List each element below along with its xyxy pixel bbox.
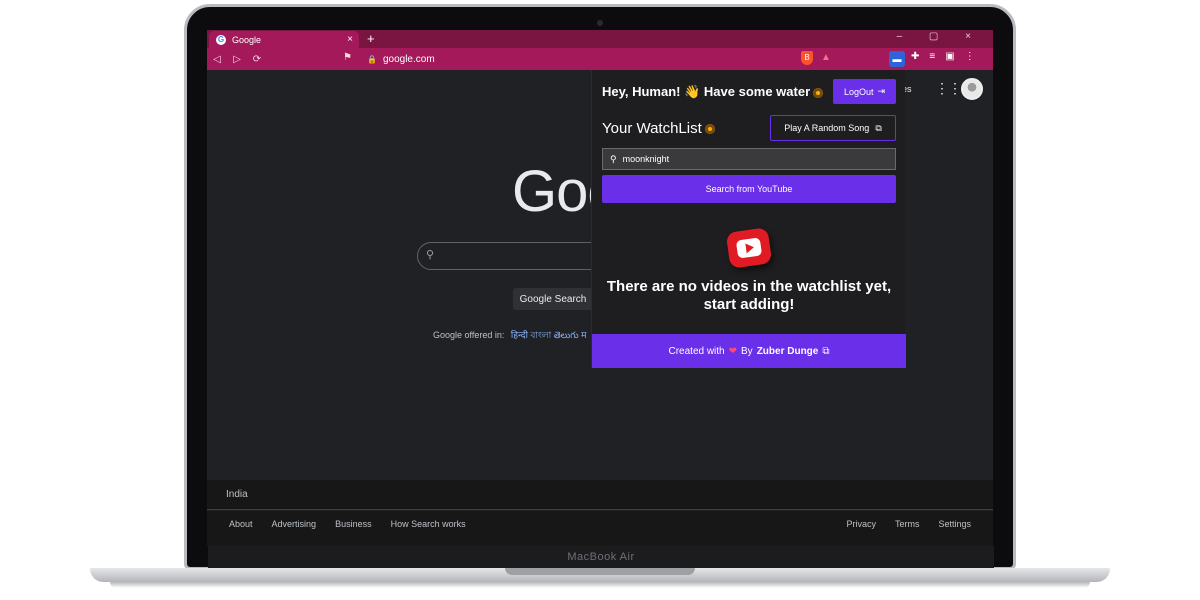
empty-message-line-1: There are no videos in the watchlist yet… [606, 278, 892, 295]
footer-link-settings[interactable]: Settings [938, 519, 971, 529]
laptop-notch [505, 568, 695, 575]
empty-watchlist-message: There are no videos in the watchlist yet… [592, 278, 906, 314]
youtube-logo-icon [725, 227, 773, 269]
forward-button[interactable]: ▷ [227, 54, 247, 65]
laptop-shadow [110, 582, 1090, 588]
external-link-icon: ⧉ [822, 345, 830, 357]
greeting-text: Hey, Human! 👋 Have some water [602, 84, 811, 99]
new-tab-button[interactable]: + [367, 31, 375, 46]
back-button[interactable]: ◁ [207, 54, 227, 65]
sunflower-icon [704, 124, 715, 135]
wallet-icon[interactable]: ▣ [945, 51, 954, 62]
youtube-search-input[interactable] [622, 154, 883, 164]
logout-button[interactable]: LogOut ⇥ [833, 79, 896, 104]
language-links[interactable]: हिन्दी বাংলা తెలుగు म [511, 330, 587, 340]
footer-link-privacy[interactable]: Privacy [846, 519, 876, 529]
watchlist-title-text: Your WatchList [602, 120, 702, 137]
tab-close-icon[interactable]: × [347, 34, 353, 45]
browser-toolbar: ◁ ▷ ⟳ ⚑ 🔒 google.com B ▲ ▬ ✚ ≡ ▣ ⋮ [207, 48, 993, 70]
menu-icon[interactable]: ⋮ [965, 51, 975, 62]
youtube-search-field[interactable]: ⚲ [602, 148, 896, 170]
google-search-button[interactable]: Google Search [513, 288, 593, 310]
footer-link-business[interactable]: Business [335, 519, 372, 529]
heart-icon: ❤ [728, 345, 738, 357]
reload-button[interactable]: ⟳ [247, 54, 267, 65]
language-offer: Google offered in: हिन्दी বাংলা తెలుగు म [433, 328, 586, 343]
search-youtube-button[interactable]: Search from YouTube [602, 175, 896, 203]
watchlist-popup: Hey, Human! 👋 Have some water LogOut ⇥ Y… [591, 70, 906, 368]
footer-link-about[interactable]: About [229, 519, 253, 529]
brave-rewards-icon[interactable]: ▲ [821, 52, 831, 63]
footer-country: India [207, 480, 993, 510]
logout-icon: ⇥ [877, 86, 886, 96]
bookmark-icon[interactable]: ⚑ [343, 52, 352, 63]
brave-shield-icon[interactable]: B [801, 51, 813, 65]
laptop-chin: MacBook Air [208, 546, 994, 568]
extensions-puzzle-icon[interactable]: ✚ [911, 51, 919, 62]
empty-message-line-2: start adding! [703, 296, 795, 313]
play-random-song-button[interactable]: Play A Random Song ⧉ [770, 115, 896, 141]
credit-author[interactable]: Zuber Dunge [757, 346, 819, 357]
credit-by: By [741, 345, 753, 357]
offered-label: Google offered in: [433, 330, 505, 340]
window-controls[interactable]: – ▢ × [897, 31, 983, 42]
footer-links: About Advertising Business How Search wo… [207, 511, 993, 546]
url-text: google.com [382, 53, 435, 65]
country-label: India [226, 489, 248, 500]
footer-link-terms[interactable]: Terms [895, 519, 920, 529]
google-favicon-icon: G [216, 34, 226, 45]
credit-banner[interactable]: Created with ❤ By Zuber Dunge ⧉ [592, 334, 906, 368]
credit-prefix: Created with [668, 345, 725, 357]
search-icon: ⚲ [610, 153, 617, 164]
play-random-song-label: Play A Random Song [784, 123, 870, 133]
greeting: Hey, Human! 👋 Have some water [602, 84, 824, 100]
screen: G Google × + – ▢ × ◁ ▷ ⟳ ⚑ 🔒 google.com … [207, 30, 993, 546]
toolbar-icons: ✚ ≡ ▣ ⋮ [911, 51, 975, 62]
device-label: MacBook Air [567, 551, 635, 563]
watchlist-title: Your WatchList [602, 120, 715, 137]
watchlist-extension-icon[interactable]: ▬ [889, 51, 905, 67]
tab-bar: G Google × + – ▢ × [207, 30, 993, 48]
stage: G Google × + – ▢ × ◁ ▷ ⟳ ⚑ 🔒 google.com … [0, 0, 1200, 600]
reading-list-icon[interactable]: ≡ [929, 51, 935, 62]
search-icon: ⚲ [426, 249, 435, 261]
footer-link-advertising[interactable]: Advertising [272, 519, 317, 529]
sunflower-icon [813, 87, 824, 98]
lock-icon: 🔒 [367, 54, 377, 64]
tab-title: Google [232, 34, 262, 45]
footer-link-how-search-works[interactable]: How Search works [391, 519, 466, 529]
address-bar[interactable]: 🔒 google.com [367, 51, 841, 67]
tab-google[interactable]: G Google × [209, 31, 359, 48]
camera-icon [597, 20, 603, 26]
avatar[interactable] [961, 78, 983, 100]
logout-label: LogOut [843, 86, 874, 97]
external-link-icon: ⧉ [875, 122, 882, 133]
